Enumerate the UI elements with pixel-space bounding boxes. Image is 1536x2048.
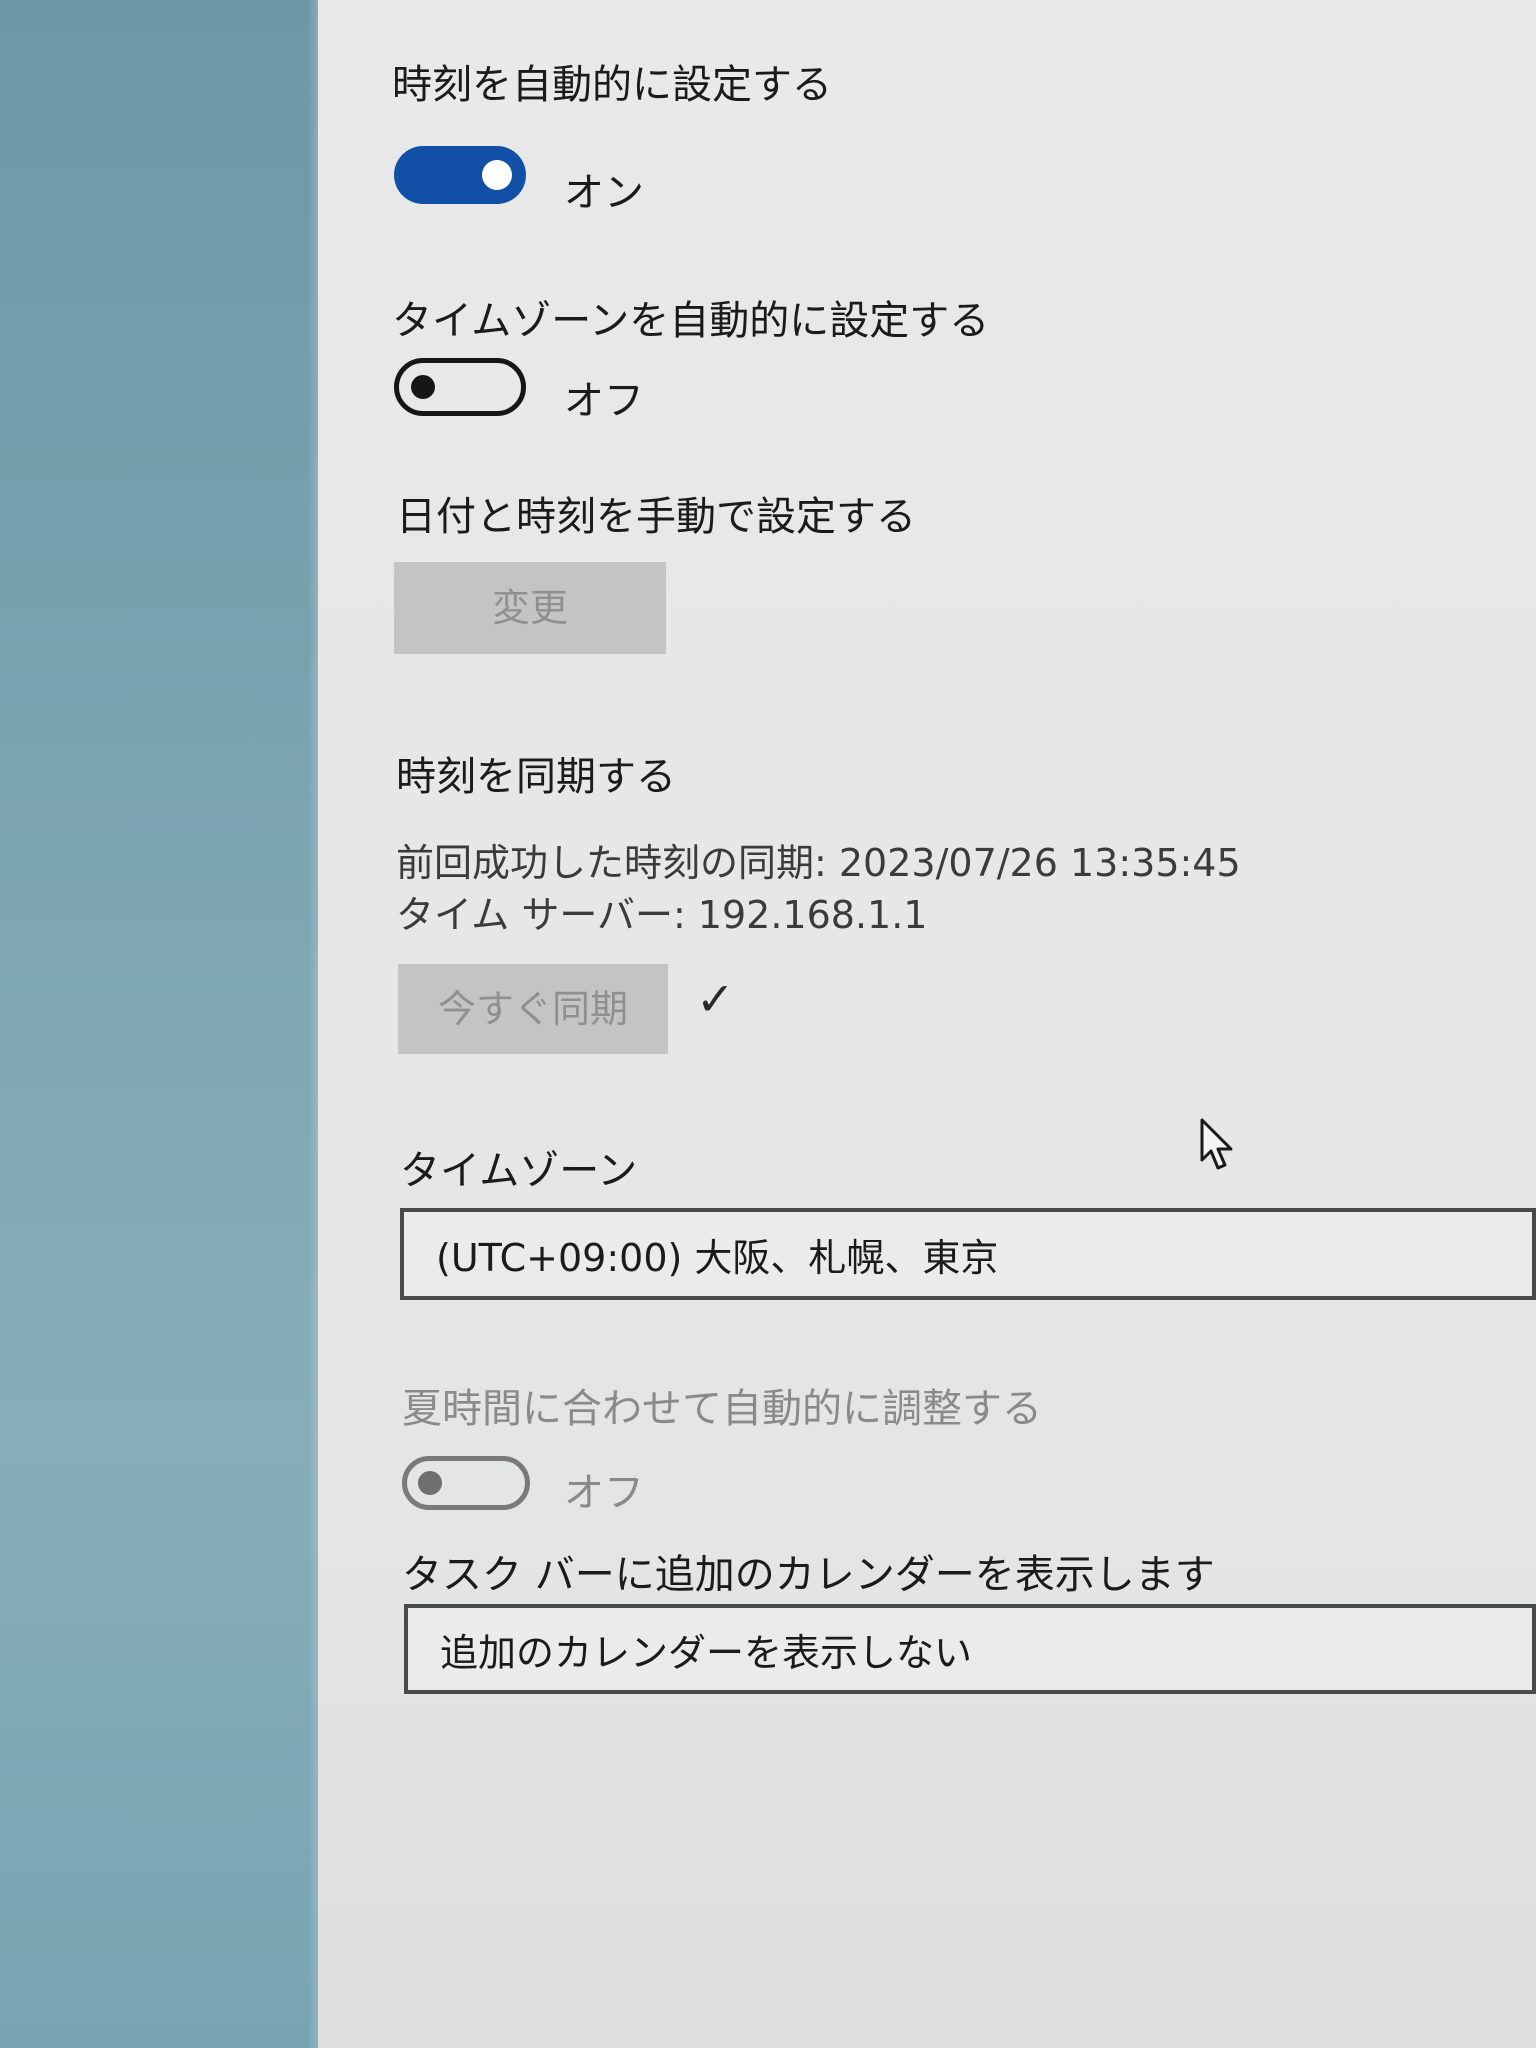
change-button[interactable]: 変更	[394, 562, 666, 654]
background-window	[0, 0, 330, 2048]
set-time-auto-label: 時刻を自動的に設定する	[392, 62, 832, 108]
calendar-dropdown[interactable]: 追加のカレンダーを表示しない	[404, 1604, 1536, 1694]
set-timezone-auto-toggle[interactable]	[394, 358, 526, 416]
sync-now-button[interactable]: 今すぐ同期	[398, 964, 668, 1054]
mouse-cursor-icon	[1200, 1118, 1233, 1170]
dst-label: 夏時間に合わせて自動的に調整する	[402, 1386, 1042, 1432]
check-icon: ✓	[696, 972, 735, 1026]
toggle-knob	[482, 160, 512, 190]
set-time-auto-toggle[interactable]	[394, 146, 526, 204]
timezone-label: タイムゾーン	[400, 1148, 638, 1194]
manual-set-label: 日付と時刻を手動で設定する	[396, 494, 916, 540]
timezone-dropdown[interactable]: (UTC+09:00) 大阪、札幌、東京	[400, 1208, 1536, 1300]
set-timezone-auto-state: オフ	[564, 378, 644, 424]
last-sync-text: 前回成功した時刻の同期: 2023/07/26 13:35:45	[396, 841, 1241, 885]
calendar-label: タスク バーに追加のカレンダーを表示します	[402, 1552, 1215, 1598]
calendar-value: 追加のカレンダーを表示しない	[440, 1630, 973, 1675]
dst-toggle[interactable]	[402, 1456, 530, 1510]
set-timezone-auto-label: タイムゾーンを自動的に設定する	[392, 298, 990, 344]
timezone-value: (UTC+09:00) 大阪、札幌、東京	[436, 1235, 999, 1280]
toggle-knob	[418, 1471, 442, 1495]
time-server-text: タイム サーバー: 192.168.1.1	[396, 893, 928, 937]
toggle-knob	[411, 375, 435, 399]
dst-state: オフ	[564, 1470, 644, 1516]
sync-label: 時刻を同期する	[396, 754, 676, 800]
date-time-settings-panel: 時刻を自動的に設定する オン タイムゾーンを自動的に設定する オフ 日付と時刻を…	[318, 0, 1536, 2048]
set-time-auto-state: オン	[564, 170, 644, 216]
